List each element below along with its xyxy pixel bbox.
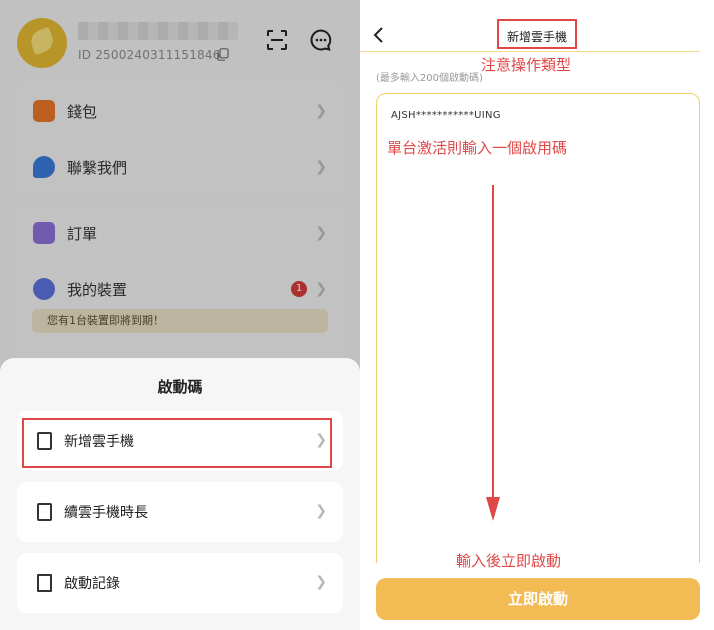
activate-now-button[interactable]: 立即啟動 xyxy=(376,578,700,620)
renew-phone-icon xyxy=(37,503,52,521)
screenshot-root: ID 2500240311151846 錢包 ❯ 聯繫我們 ❯ 訂單 ❯ 我的裝… xyxy=(0,0,714,630)
header-divider xyxy=(360,51,700,52)
activation-code-sheet: 啟動碼 新增雲手機 ❯ 續雲手機時長 ❯ 啟動記錄 ❯ xyxy=(0,358,360,630)
option-label: 啟動記錄 xyxy=(64,576,120,592)
chevron-right-icon: ❯ xyxy=(315,503,327,519)
sheet-title: 啟動碼 xyxy=(157,378,203,396)
profile-page: ID 2500240311151846 錢包 ❯ 聯繫我們 ❯ 訂單 ❯ 我的裝… xyxy=(0,0,360,630)
highlight-box-add-option xyxy=(22,418,332,468)
annotation-single-activation: 單台激活則輸入一個啟用碼 xyxy=(387,139,568,157)
option-renew-cloud-phone[interactable]: 續雲手機時長 ❯ xyxy=(17,482,343,542)
highlight-box-title xyxy=(497,19,577,49)
annotation-operation-type: 注意操作類型 xyxy=(481,56,572,74)
annotation-activate-after-input: 輸入後立即啟動 xyxy=(456,552,562,570)
activation-code-input[interactable] xyxy=(376,93,700,573)
option-label: 續雲手機時長 xyxy=(64,505,148,521)
annotation-arrow-down xyxy=(486,185,500,521)
option-activation-records[interactable]: 啟動記錄 ❯ xyxy=(17,553,343,613)
activation-code-value: AJSH***********UING xyxy=(391,110,501,121)
input-limit-hint: (最多輸入200個啟動碼) xyxy=(376,73,483,84)
add-cloud-phone-page: 新增雲手機 注意操作類型 (最多輸入200個啟動碼) AJSH*********… xyxy=(360,0,714,630)
chevron-right-icon: ❯ xyxy=(315,574,327,590)
record-icon xyxy=(37,574,52,592)
